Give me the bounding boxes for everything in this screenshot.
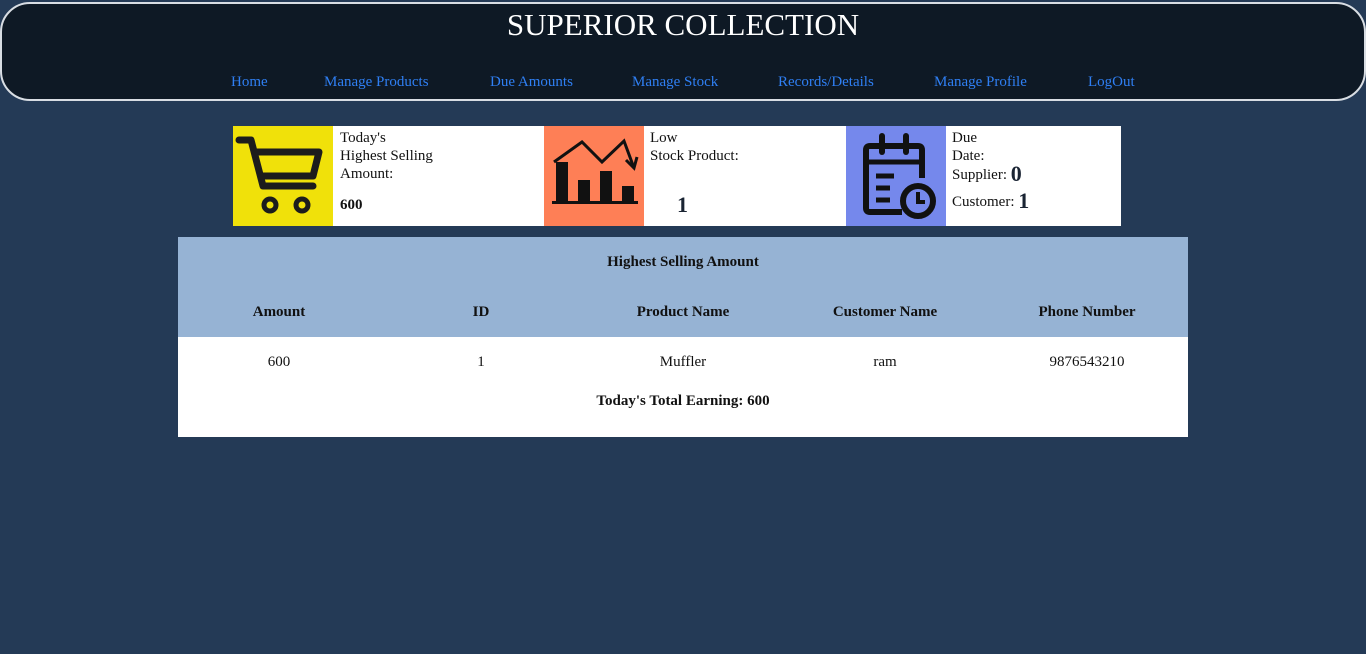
column-header-customer-name: Customer Name [832, 304, 938, 320]
column-header-id: ID [472, 304, 490, 320]
nav-home[interactable]: Home [231, 72, 268, 92]
card-label: Low [650, 130, 678, 146]
declining-bar-chart-icon [544, 126, 644, 226]
due-date-text: Due Date: Supplier: 0 Customer: 1 [952, 129, 1029, 212]
nav-records-details[interactable]: Records/Details [778, 72, 874, 92]
card-label: Stock Product: [650, 148, 739, 164]
cell-id: 1 [477, 354, 485, 370]
cell-phone-number: 9876543210 [1049, 354, 1125, 370]
low-stock-text: Low Stock Product: [650, 129, 739, 165]
supplier-label: Supplier: [952, 167, 1007, 183]
nav-manage-profile[interactable]: Manage Profile [934, 72, 1027, 92]
column-header-product-name: Product Name [636, 304, 730, 320]
card-label: Highest Selling [340, 148, 433, 164]
main-nav: Home Manage Products Due Amounts Manage … [2, 72, 1364, 94]
customer-due: Customer: 1 [952, 190, 1029, 212]
highest-selling-value: 600 [340, 197, 363, 213]
nav-logout[interactable]: LogOut [1088, 72, 1135, 92]
site-header: SUPERIOR COLLECTION Home Manage Products… [0, 2, 1366, 101]
card-label: Amount: [340, 166, 394, 182]
table-header: Highest Selling Amount Amount ID Product… [178, 237, 1188, 337]
cell-customer-name: ram [873, 354, 897, 370]
low-stock-card: Low Stock Product: 1 [544, 126, 846, 226]
nav-manage-stock[interactable]: Manage Stock [632, 72, 718, 92]
highest-selling-table: Highest Selling Amount Amount ID Product… [178, 237, 1188, 437]
due-date-card: Due Date: Supplier: 0 Customer: 1 [846, 126, 1121, 226]
shopping-cart-icon [233, 126, 333, 226]
column-header-amount: Amount [252, 304, 306, 320]
card-label: Today's [340, 130, 386, 146]
calendar-clock-icon [846, 126, 946, 226]
customer-due-value: 1 [1018, 188, 1030, 213]
card-label: Due [952, 130, 977, 146]
table-title: Highest Selling Amount [607, 254, 759, 270]
customer-label: Customer: [952, 194, 1015, 210]
nav-due-amounts[interactable]: Due Amounts [490, 72, 573, 92]
supplier-due: Supplier: 0 [952, 163, 1029, 185]
supplier-due-value: 0 [1010, 161, 1022, 186]
nav-manage-products[interactable]: Manage Products [324, 72, 429, 92]
site-title: SUPERIOR COLLECTION [506, 7, 860, 42]
cell-product-name: Muffler [659, 354, 707, 370]
low-stock-value: 1 [677, 192, 688, 217]
cell-amount: 600 [267, 354, 291, 370]
total-earning: Today's Total Earning: 600 [596, 393, 770, 409]
highest-selling-card: Today's Highest Selling Amount: 600 [233, 126, 544, 226]
column-header-phone-number: Phone Number [1038, 304, 1136, 320]
highest-selling-text: Today's Highest Selling Amount: 600 [340, 129, 433, 214]
